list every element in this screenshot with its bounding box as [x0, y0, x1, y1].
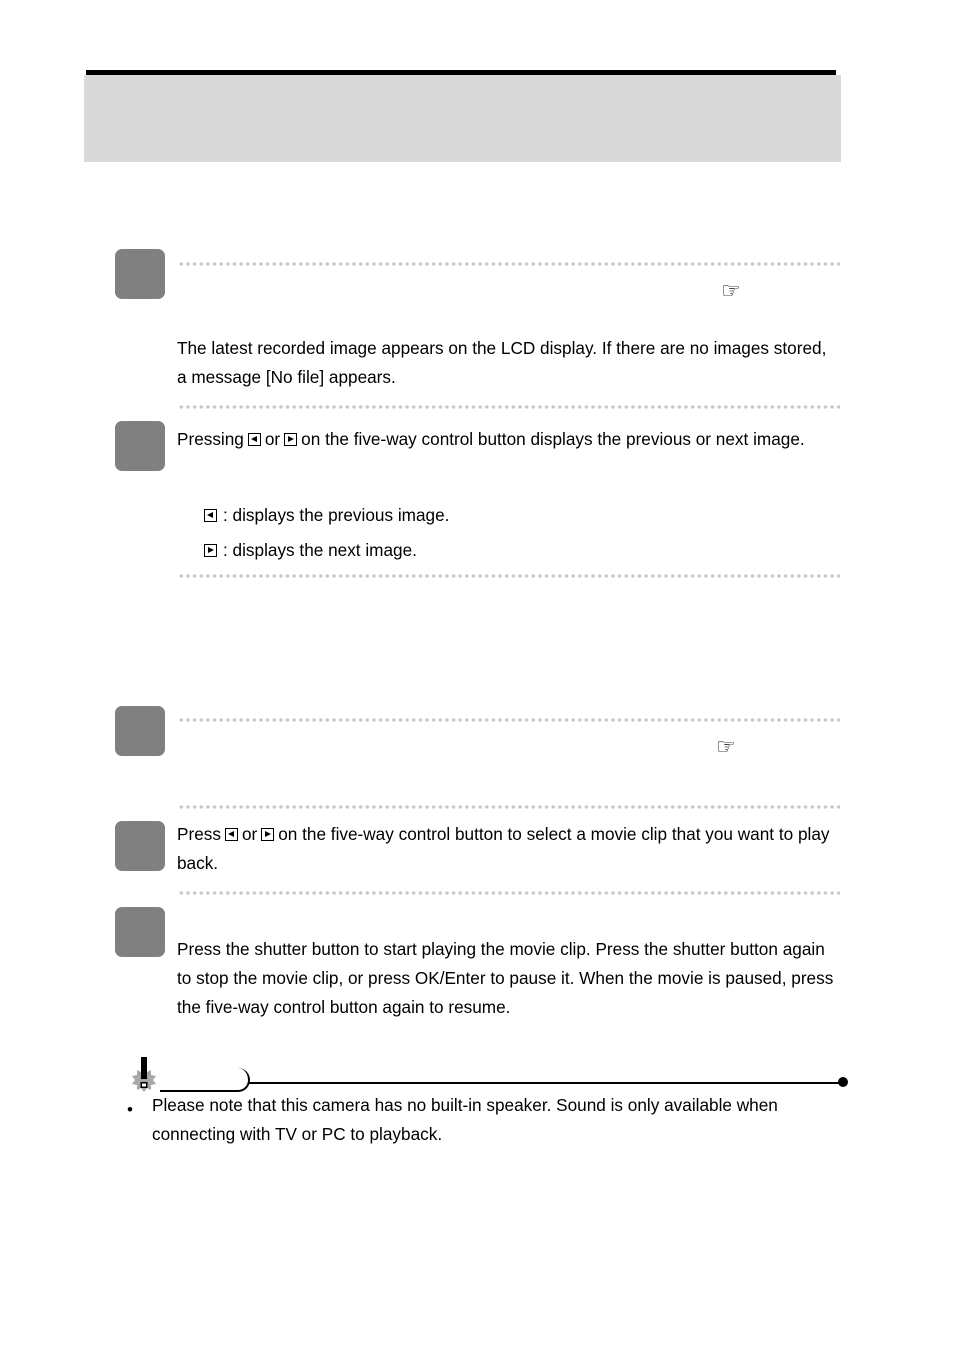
- dotted-divider: [178, 718, 840, 722]
- step-1-description: The latest recorded image appears on the…: [177, 338, 827, 387]
- step-number-box: [115, 706, 165, 756]
- note-label-tab: [160, 1068, 250, 1092]
- step-3-description: Press the shutter button to start playin…: [177, 939, 834, 1017]
- pointing-hand-reference-icon: ☞: [721, 278, 741, 303]
- left-arrow-button-icon: [204, 509, 217, 522]
- right-arrow-button-icon: [284, 433, 298, 446]
- step-number-box: [115, 821, 165, 871]
- page-header-band: [84, 75, 841, 162]
- dotted-divider: [178, 805, 840, 809]
- right-arrow-button-icon: [261, 828, 275, 841]
- list-item: : displays the next image.: [204, 539, 417, 561]
- left-arrow-button-icon: [247, 433, 261, 446]
- pointing-hand-reference-icon: ☞: [716, 734, 736, 759]
- right-arrow-button-icon: [204, 544, 217, 557]
- note-text: Please note that this camera has no buil…: [152, 1095, 778, 1144]
- note-rule-end-dot: [838, 1077, 848, 1087]
- list-item: : displays the previous image.: [204, 504, 449, 526]
- dotted-divider: [178, 405, 840, 409]
- step-number-box: [115, 421, 165, 471]
- step-2-description: Press or on the five-way control button to…: [177, 824, 830, 873]
- dotted-divider: [178, 262, 840, 266]
- dotted-divider: [178, 574, 840, 578]
- bullet-icon: •: [127, 1100, 133, 1119]
- step-number-box: [115, 907, 165, 957]
- step-number-box: [115, 249, 165, 299]
- dotted-divider: [178, 891, 840, 895]
- note-rule: [160, 1082, 842, 1084]
- left-arrow-button-icon: [224, 828, 238, 841]
- caution-icon: [132, 1057, 156, 1092]
- step-2-description: Pressing or on the five-way control button…: [177, 429, 805, 449]
